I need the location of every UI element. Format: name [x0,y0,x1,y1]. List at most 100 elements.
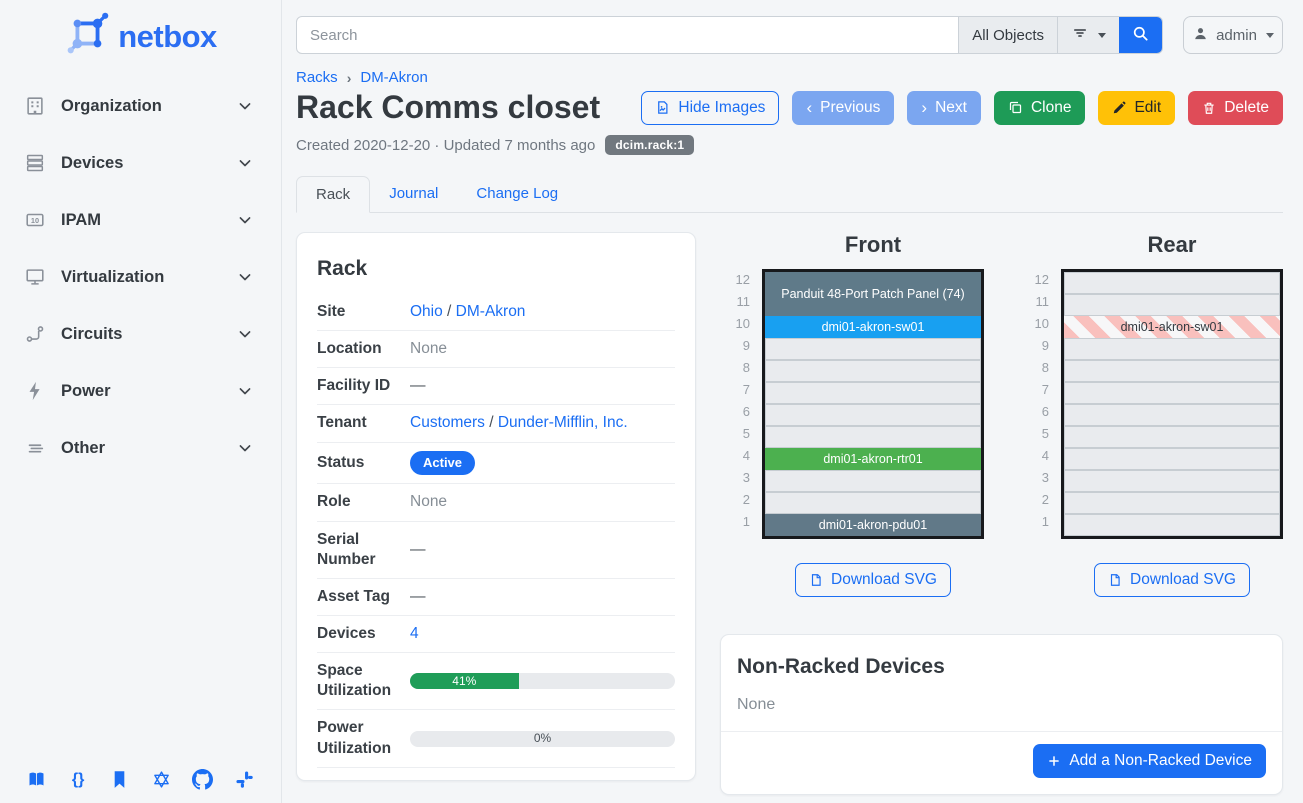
previous-label: Previous [820,99,880,117]
rack-device[interactable]: dmi01-akron-rtr01 [765,448,981,470]
chevron-down-icon [235,96,255,116]
elevation-body: 121110987654321dmi01-akron-sw01 [1019,269,1283,539]
file-download-icon [809,573,823,587]
rack-empty-slot[interactable] [1064,514,1280,536]
rack-empty-slot[interactable] [1064,492,1280,514]
breadcrumb-link-dm-akron[interactable]: DM-Akron [360,69,428,86]
rack-empty-slot[interactable] [1064,360,1280,382]
sidebar-item-organization[interactable]: Organization [0,86,281,126]
attribute-value: Ohio / DM-Akron [410,302,675,322]
attribute-link[interactable]: Dunder-Mifflin, Inc. [498,414,628,431]
add-non-racked-device-label: Add a Non-Racked Device [1069,752,1252,770]
sidebar-item-circuits[interactable]: Circuits [0,314,281,354]
tab-rack[interactable]: Rack [296,176,370,213]
attribute-link[interactable]: Ohio [410,303,443,320]
edit-button[interactable]: Edit [1098,91,1175,125]
user-menu-button[interactable]: admin [1183,16,1283,54]
slack-icon[interactable] [234,769,255,790]
add-non-racked-device-button[interactable]: Add a Non-Racked Device [1033,744,1266,778]
unit-number: 10 [1019,313,1049,335]
tab-journal[interactable]: Journal [370,176,457,213]
next-button[interactable]: › Next [907,91,981,125]
download-svg-label: Download SVG [1130,571,1236,589]
breadcrumb-link-racks[interactable]: Racks [296,69,338,86]
rack-empty-slot[interactable] [1064,272,1280,294]
unit-number: 8 [1019,357,1049,379]
rack-empty-slot[interactable] [765,338,981,360]
user-menu-label: admin [1216,27,1257,44]
sidebar-item-label: Power [61,382,235,401]
attribute-label: Asset Tag [317,587,410,607]
sidebar-item-other[interactable]: Other [0,428,281,468]
tab-change-log[interactable]: Change Log [457,176,577,213]
unit-number: 5 [720,423,750,445]
plus-icon [1047,754,1061,768]
elevation-body: 121110987654321Panduit 48-Port Patch Pan… [720,269,984,539]
search-filter-dropdown[interactable] [1057,17,1119,53]
rack-device[interactable]: dmi01-akron-sw01 [765,316,981,338]
filter-icon [1071,24,1089,46]
attribute-value: — [410,540,675,560]
sidebar-item-power[interactable]: Power [0,371,281,411]
attribute-link[interactable]: 4 [410,625,419,642]
attribute-link[interactable]: DM-Akron [456,303,526,320]
delete-button[interactable]: Delete [1188,91,1283,125]
search-scope-label: All Objects [972,27,1044,44]
rack-empty-slot[interactable] [1064,294,1280,316]
previous-button[interactable]: ‹ Previous [792,91,894,125]
rack-device[interactable]: dmi01-akron-sw01 [1064,316,1280,338]
organization-icon [24,95,46,117]
rack-attribute-row: SiteOhio / DM-Akron [317,294,675,331]
attribute-value: Customers / Dunder-Mifflin, Inc. [410,413,675,433]
rack-empty-slot[interactable] [765,470,981,492]
rack-device[interactable]: dmi01-akron-pdu01 [765,514,981,536]
sidebar-item-ipam[interactable]: 10IPAM [0,200,281,240]
attribute-value: 41% [410,673,675,689]
rack-attribute-row: Devices4 [317,616,675,653]
search-scope-button[interactable]: All Objects [958,17,1057,53]
unit-number: 11 [1019,291,1049,313]
bookmark-icon[interactable] [109,769,130,790]
unit-number: 4 [1019,445,1049,467]
rack-empty-slot[interactable] [765,360,981,382]
rack-empty-slot[interactable] [1064,470,1280,492]
download-svg-button[interactable]: Download SVG [795,563,951,597]
rack-empty-slot[interactable] [1064,448,1280,470]
rack-empty-slot[interactable] [765,492,981,514]
search-input[interactable] [297,17,958,53]
unit-number: 3 [720,467,750,489]
breadcrumb: Racks›DM-Akron [296,69,1283,86]
rack-device[interactable]: Panduit 48-Port Patch Panel (74) [765,272,981,316]
unit-number: 9 [1019,335,1049,357]
rack-empty-slot[interactable] [1064,382,1280,404]
rack-empty-slot[interactable] [765,426,981,448]
rack-empty-slot[interactable] [765,404,981,426]
graphql-icon[interactable] [151,769,172,790]
rack-empty-slot[interactable] [1064,426,1280,448]
unit-number: 9 [720,335,750,357]
attribute-link[interactable]: Customers [410,414,485,431]
sidebar-item-virtualization[interactable]: Virtualization [0,257,281,297]
rack-attribute-row: StatusActive [317,443,675,485]
hide-images-button[interactable]: Hide Images [641,91,779,125]
clone-button[interactable]: Clone [994,91,1086,125]
rack-empty-slot[interactable] [1064,338,1280,360]
sidebar-item-devices[interactable]: Devices [0,143,281,183]
clone-label: Clone [1031,99,1072,117]
rack-empty-slot[interactable] [1064,404,1280,426]
rack-attribute-row: Facility ID— [317,368,675,405]
svg-text:10: 10 [31,216,39,225]
chevron-down-icon [235,381,255,401]
netbox-logo[interactable]: netbox [0,0,281,66]
docs-icon[interactable] [26,769,47,790]
rack-empty-slot[interactable] [765,382,981,404]
download-svg-button[interactable]: Download SVG [1094,563,1250,597]
github-icon[interactable] [192,769,213,790]
code-braces-icon[interactable]: {} [68,769,89,790]
attribute-label: Space Utilization [317,661,410,701]
search-submit-button[interactable] [1119,17,1162,53]
next-label: Next [935,99,967,117]
unit-number: 2 [1019,489,1049,511]
unit-number: 7 [720,379,750,401]
attribute-value: None [410,492,675,512]
